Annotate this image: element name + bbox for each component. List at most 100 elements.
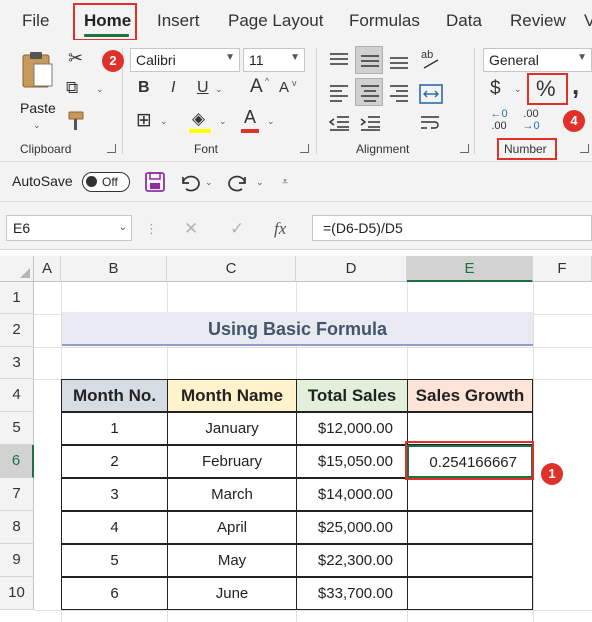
redo-icon[interactable] — [228, 171, 250, 193]
chevron-down-icon[interactable]: ⌄ — [205, 177, 213, 188]
table-header-month-name[interactable]: Month Name — [167, 379, 297, 412]
column-header-c[interactable]: C — [167, 256, 296, 282]
select-all-button[interactable] — [0, 256, 34, 282]
row-header-10[interactable]: 10 — [0, 577, 34, 610]
decrease-indent-icon[interactable] — [327, 112, 351, 134]
orientation-icon[interactable]: ab — [418, 46, 444, 72]
autosave-toggle[interactable]: Off — [82, 172, 130, 192]
column-header-a[interactable]: A — [34, 256, 61, 282]
table-cell[interactable]: 5 — [61, 544, 168, 577]
table-cell[interactable]: 4 — [61, 511, 168, 544]
tab-data[interactable]: Data — [446, 11, 482, 31]
table-cell[interactable] — [407, 544, 533, 577]
cancel-icon[interactable]: ✕ — [184, 219, 198, 239]
decrease-decimal-button[interactable]: .00 →0 — [518, 108, 544, 134]
comma-style-button[interactable]: , — [572, 70, 579, 101]
column-header-e[interactable]: E — [407, 256, 533, 282]
tab-file[interactable]: File — [22, 11, 49, 31]
bold-button[interactable]: B — [138, 79, 150, 97]
copy-icon[interactable]: ⧉ — [66, 78, 78, 98]
table-cell[interactable]: 3 — [61, 478, 168, 511]
row-header-5[interactable]: 5 — [0, 412, 34, 445]
table-cell[interactable]: January — [167, 412, 297, 445]
table-cell[interactable]: $12,000.00 — [296, 412, 408, 445]
currency-format-button[interactable]: $ — [490, 78, 501, 100]
table-title[interactable]: Using Basic Formula — [62, 312, 533, 346]
name-box[interactable]: E6 ⌄ — [6, 215, 132, 241]
table-cell[interactable]: $25,000.00 — [296, 511, 408, 544]
align-right-icon[interactable] — [387, 82, 411, 104]
insert-function-button[interactable]: fx — [274, 219, 286, 239]
customize-toolbar-icon[interactable]: ⩡ — [282, 176, 288, 189]
align-left-icon[interactable] — [327, 82, 351, 104]
table-header-month-no[interactable]: Month No. — [61, 379, 168, 412]
font-name-select[interactable]: Calibri ▼ — [130, 48, 240, 72]
tab-page-layout[interactable]: Page Layout — [228, 11, 323, 31]
font-launcher-icon[interactable] — [300, 144, 309, 153]
font-color-button[interactable]: A — [244, 107, 256, 128]
number-launcher-icon[interactable] — [580, 144, 589, 153]
table-cell[interactable]: 2 — [61, 445, 168, 478]
table-cell[interactable]: $22,300.00 — [296, 544, 408, 577]
table-cell[interactable]: $33,700.00 — [296, 577, 408, 610]
format-painter-icon[interactable] — [66, 110, 88, 132]
table-cell[interactable]: March — [167, 478, 297, 511]
chevron-down-icon[interactable]: ⌄ — [160, 116, 168, 127]
undo-icon[interactable] — [178, 171, 200, 193]
row-header-2[interactable]: 2 — [0, 314, 34, 347]
increase-decimal-button[interactable]: ←0 .00 — [486, 108, 512, 134]
wrap-text-icon[interactable] — [418, 112, 442, 134]
save-icon[interactable] — [144, 171, 166, 193]
row-header-3[interactable]: 3 — [0, 347, 34, 379]
table-cell[interactable] — [407, 478, 533, 511]
chevron-down-icon[interactable]: ⌄ — [219, 116, 227, 127]
chevron-down-icon[interactable]: ⌄ — [514, 84, 522, 95]
row-header-9[interactable]: 9 — [0, 544, 34, 577]
table-cell[interactable]: 6 — [61, 577, 168, 610]
row-header-4[interactable]: 4 — [0, 379, 34, 412]
row-header-6[interactable]: 6 — [0, 445, 34, 478]
italic-button[interactable]: I — [171, 79, 175, 97]
tab-review[interactable]: Review — [510, 11, 566, 31]
table-cell[interactable]: 1 — [61, 412, 168, 445]
chevron-down-icon[interactable]: ⌄ — [215, 84, 223, 95]
row-header-7[interactable]: 7 — [0, 478, 34, 511]
font-size-select[interactable]: 11 ▼ — [243, 48, 305, 72]
shrink-font-button[interactable]: A — [279, 79, 289, 96]
formula-input[interactable]: =(D6-D5)/D5 — [312, 215, 592, 241]
enter-icon[interactable]: ✓ — [230, 219, 244, 239]
tab-overflow[interactable]: V — [584, 11, 592, 31]
table-cell[interactable]: $15,050.00 — [296, 445, 408, 478]
table-cell[interactable] — [407, 577, 533, 610]
table-header-total-sales[interactable]: Total Sales — [296, 379, 408, 412]
grow-font-button[interactable]: A — [250, 76, 263, 98]
align-center-button[interactable] — [355, 78, 383, 106]
chevron-down-icon[interactable]: ⌄ — [96, 84, 104, 95]
align-bottom-icon[interactable] — [387, 50, 411, 72]
table-cell[interactable]: May — [167, 544, 297, 577]
table-cell[interactable]: $14,000.00 — [296, 478, 408, 511]
underline-button[interactable]: U — [197, 79, 209, 97]
clipboard-launcher-icon[interactable] — [107, 144, 116, 153]
table-header-sales-growth[interactable]: Sales Growth — [407, 379, 533, 412]
table-cell[interactable]: June — [167, 577, 297, 610]
align-middle-button[interactable] — [355, 46, 383, 74]
chevron-down-icon[interactable]: ⌄ — [267, 116, 275, 127]
tab-formulas[interactable]: Formulas — [349, 11, 420, 31]
row-header-8[interactable]: 8 — [0, 511, 34, 544]
table-cell[interactable] — [407, 511, 533, 544]
tab-insert[interactable]: Insert — [157, 11, 200, 31]
table-cell[interactable]: April — [167, 511, 297, 544]
alignment-launcher-icon[interactable] — [460, 144, 469, 153]
row-header-1[interactable]: 1 — [0, 282, 34, 314]
chevron-down-icon[interactable]: ⌄ — [256, 177, 264, 188]
increase-indent-icon[interactable] — [358, 112, 382, 134]
fill-color-icon[interactable]: ◈ — [192, 109, 205, 129]
column-header-f[interactable]: F — [533, 256, 592, 282]
formula-bar-grip-icon[interactable]: ⋮ — [145, 221, 158, 237]
cut-icon[interactable]: ✂ — [68, 48, 83, 69]
align-top-icon[interactable] — [327, 50, 351, 72]
number-format-select[interactable]: General ▼ — [483, 48, 592, 72]
table-cell[interactable]: February — [167, 445, 297, 478]
borders-icon[interactable]: ⊞ — [136, 109, 152, 132]
